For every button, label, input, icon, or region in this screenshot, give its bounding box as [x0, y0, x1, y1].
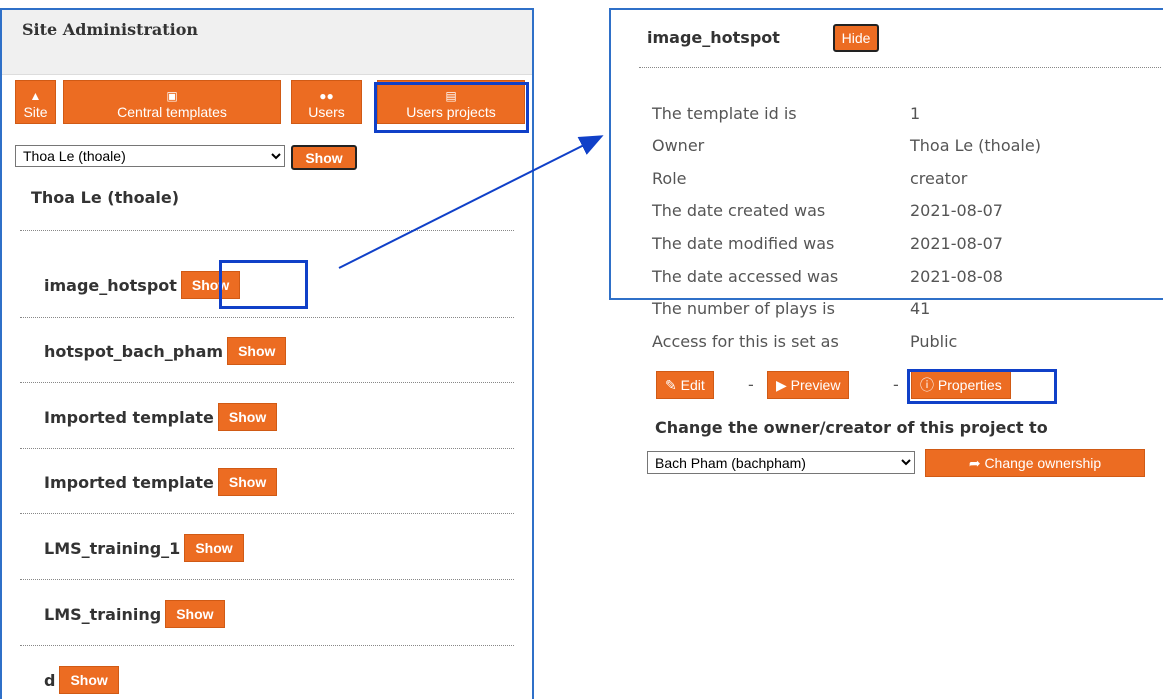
prop-label: The date modified was — [652, 234, 835, 253]
change-ownership-button[interactable]: ➦ Change ownership — [925, 449, 1145, 477]
prop-label: The number of plays is — [652, 299, 835, 318]
info-icon: ⓘ — [920, 377, 938, 393]
edit-button[interactable]: ✎ Edit — [656, 371, 714, 399]
hide-button[interactable]: Hide — [833, 24, 879, 52]
prop-label: Role — [652, 169, 687, 188]
separator: - — [893, 375, 899, 394]
owner-select[interactable]: Bach Pham (bachpham) — [647, 451, 915, 474]
prop-label: The date created was — [652, 201, 826, 220]
prop-value: 1 — [910, 104, 921, 123]
preview-label: Preview — [790, 377, 841, 393]
prop-value: Thoa Le (thoale) — [910, 136, 1041, 155]
edit-label: Edit — [680, 377, 705, 393]
prop-label: The date accessed was — [652, 267, 839, 286]
play-icon: ▶ — [776, 376, 791, 393]
separator: - — [748, 375, 754, 394]
share-icon: ➦ — [968, 454, 985, 471]
prop-value: 2021-08-07 — [910, 234, 1003, 253]
prop-value: 2021-08-08 — [910, 267, 1003, 286]
prop-value: Public — [910, 332, 958, 351]
divider — [639, 67, 1161, 68]
properties-label: Properties — [937, 377, 1002, 393]
prop-label: The template id is — [652, 104, 797, 123]
prop-label: Owner — [652, 136, 705, 155]
edit-icon: ✎ — [665, 376, 681, 393]
change-owner-label: Change the owner/creator of this project… — [655, 418, 1048, 437]
prop-value: 2021-08-07 — [910, 201, 1003, 220]
properties-button[interactable]: ⓘ Properties — [911, 371, 1011, 399]
prop-value: creator — [910, 169, 968, 188]
preview-button[interactable]: ▶ Preview — [767, 371, 850, 399]
project-title: image_hotspot — [647, 28, 780, 47]
change-ownership-label: Change ownership — [984, 455, 1102, 471]
prop-label: Access for this is set as — [652, 332, 839, 351]
prop-value: 41 — [910, 299, 931, 318]
